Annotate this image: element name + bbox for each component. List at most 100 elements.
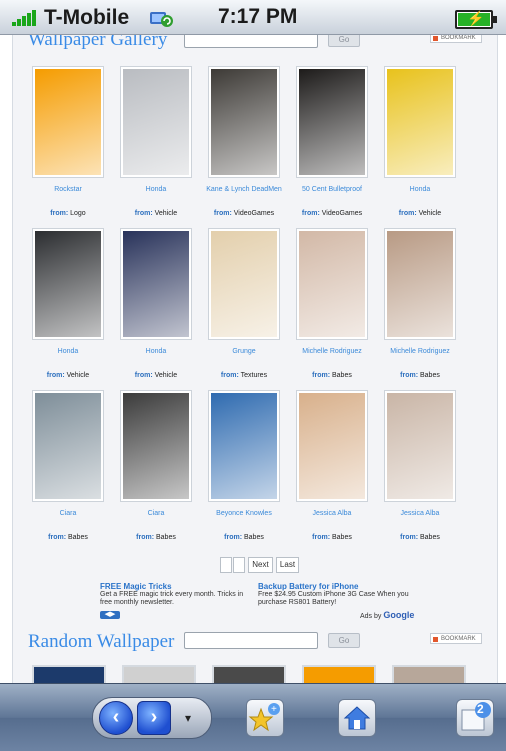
category-link[interactable]: Babes: [332, 372, 352, 379]
pager-first[interactable]: [220, 557, 232, 573]
web-view[interactable]: Wallpaper Gallery Go BOOKMARK Rockstar fr…: [0, 35, 506, 683]
gallery-search-button[interactable]: Go: [328, 35, 360, 47]
category-link[interactable]: Babes: [244, 534, 264, 541]
pager-prev[interactable]: [233, 557, 245, 573]
ad-title[interactable]: FREE Magic Tricks: [100, 583, 252, 591]
wallpaper-title[interactable]: Kane & Lynch DeadMen: [198, 185, 290, 194]
wallpaper-item[interactable]: Rockstar from: Logo: [22, 61, 110, 221]
random-thumbnail[interactable]: [302, 665, 376, 683]
wallpaper-thumbnail[interactable]: [32, 66, 104, 178]
category-link[interactable]: VideoGames: [322, 210, 362, 217]
wallpaper-thumbnail[interactable]: [32, 390, 104, 502]
category-link[interactable]: Textures: [241, 372, 267, 379]
wallpaper-item[interactable]: Michelle Rodriguez from: Babes: [286, 223, 374, 383]
home-icon[interactable]: [338, 699, 376, 737]
wallpaper-thumbnail[interactable]: [208, 66, 280, 178]
random-thumbnail[interactable]: [32, 665, 106, 683]
ad-magic-tricks[interactable]: FREE Magic Tricks Get a FREE magic trick…: [100, 583, 252, 607]
wallpaper-title[interactable]: Honda: [22, 347, 114, 356]
category-link[interactable]: Vehicle: [155, 372, 178, 379]
wallpaper-item[interactable]: Honda from: Vehicle: [374, 61, 462, 221]
wallpaper-title[interactable]: Ciara: [22, 509, 114, 518]
wallpaper-item[interactable]: Ciara from: Babes: [110, 385, 198, 545]
random-search-button[interactable]: Go: [328, 633, 360, 648]
status-bar: T-Mobile 7:17 PM ⚡: [0, 0, 506, 35]
wallpaper-title[interactable]: Michelle Rodriguez: [286, 347, 378, 356]
wallpaper-thumbnail[interactable]: [32, 228, 104, 340]
random-search-input[interactable]: [184, 632, 318, 649]
category-link[interactable]: Babes: [156, 534, 176, 541]
random-thumbnail[interactable]: [392, 665, 466, 683]
wallpaper-item[interactable]: Ciara from: Babes: [22, 385, 110, 545]
wallpaper-thumbnail[interactable]: [120, 390, 192, 502]
wallpaper-source: from: VideoGames: [198, 210, 290, 217]
ad-backup-battery[interactable]: Backup Battery for iPhone Free $24.95 Cu…: [258, 583, 418, 607]
wallpaper-thumbnail[interactable]: [208, 390, 280, 502]
pages-icon[interactable]: [456, 699, 494, 737]
thumbnail-image: [299, 231, 365, 337]
category-link[interactable]: Babes: [68, 534, 88, 541]
wallpaper-title[interactable]: Michelle Rodriguez: [374, 347, 466, 356]
ads-by-google[interactable]: Ads by Google: [360, 610, 414, 620]
category-link[interactable]: Babes: [332, 534, 352, 541]
category-link[interactable]: Vehicle: [67, 372, 90, 379]
category-link[interactable]: VideoGames: [234, 210, 274, 217]
nav-dropdown-icon[interactable]: ▾: [185, 711, 191, 725]
wallpaper-title[interactable]: Ciara: [110, 509, 202, 518]
wallpaper-title[interactable]: 50 Cent Bulletproof: [286, 185, 378, 194]
gallery-bookmark-button[interactable]: BOOKMARK: [430, 35, 482, 43]
category-link[interactable]: Babes: [420, 372, 440, 379]
from-label: from:: [312, 534, 331, 541]
gallery-search-input[interactable]: [184, 35, 318, 48]
random-thumbnail[interactable]: [212, 665, 286, 683]
wallpaper-source: from: Babes: [22, 534, 114, 541]
wallpaper-thumbnail[interactable]: [384, 228, 456, 340]
wallpaper-title[interactable]: Honda: [374, 185, 466, 194]
ad-title[interactable]: Backup Battery for iPhone: [258, 583, 418, 591]
wallpaper-item[interactable]: Honda from: Vehicle: [22, 223, 110, 383]
battery-charging-icon: ⚡: [455, 10, 497, 29]
wallpaper-title[interactable]: Jessica Alba: [374, 509, 466, 518]
pager-last-button[interactable]: Last: [275, 557, 300, 573]
back-icon[interactable]: ‹: [99, 701, 133, 735]
category-link[interactable]: Vehicle: [155, 210, 178, 217]
forward-icon[interactable]: ›: [137, 701, 171, 735]
wallpaper-thumbnail[interactable]: [120, 228, 192, 340]
wallpaper-title[interactable]: Beyonce Knowles: [198, 509, 290, 518]
wallpaper-item[interactable]: Michelle Rodriguez from: Babes: [374, 223, 462, 383]
wallpaper-item[interactable]: 50 Cent Bulletproof from: VideoGames: [286, 61, 374, 221]
wallpaper-item[interactable]: Kane & Lynch DeadMen from: VideoGames: [198, 61, 286, 221]
ad-arrows-icon[interactable]: ◀▶: [100, 611, 120, 619]
wallpaper-title[interactable]: Rockstar: [22, 185, 114, 194]
add-bookmark-icon[interactable]: +: [246, 699, 284, 737]
from-label: from:: [134, 372, 153, 379]
wallpaper-title[interactable]: Jessica Alba: [286, 509, 378, 518]
wallpaper-title[interactable]: Honda: [110, 347, 202, 356]
wallpaper-source: from: Babes: [374, 534, 466, 541]
thumbnail-image: [211, 69, 277, 175]
wallpaper-thumbnail[interactable]: [384, 66, 456, 178]
wallpaper-thumbnail[interactable]: [296, 390, 368, 502]
wallpaper-item[interactable]: Honda from: Vehicle: [110, 61, 198, 221]
wallpaper-thumbnail[interactable]: [296, 228, 368, 340]
category-link[interactable]: Logo: [70, 210, 86, 217]
wallpaper-title[interactable]: Honda: [110, 185, 202, 194]
wallpaper-title[interactable]: Grunge: [198, 347, 290, 356]
wallpaper-item[interactable]: Beyonce Knowles from: Babes: [198, 385, 286, 545]
google-logo: Google: [383, 610, 415, 620]
category-link[interactable]: Vehicle: [419, 210, 442, 217]
wallpaper-thumbnail[interactable]: [384, 390, 456, 502]
wallpaper-thumbnail[interactable]: [208, 228, 280, 340]
random-bookmark-button[interactable]: BOOKMARK: [430, 633, 482, 644]
from-label: from:: [136, 534, 155, 541]
wallpaper-item[interactable]: Jessica Alba from: Babes: [286, 385, 374, 545]
category-link[interactable]: Babes: [420, 534, 440, 541]
wallpaper-item[interactable]: Jessica Alba from: Babes: [374, 385, 462, 545]
thumbnail-image: [387, 393, 453, 499]
wallpaper-item[interactable]: Honda from: Vehicle: [110, 223, 198, 383]
wallpaper-thumbnail[interactable]: [120, 66, 192, 178]
wallpaper-thumbnail[interactable]: [296, 66, 368, 178]
wallpaper-item[interactable]: Grunge from: Textures: [198, 223, 286, 383]
pager-next-button[interactable]: Next: [248, 557, 273, 573]
random-thumbnail[interactable]: [122, 665, 196, 683]
